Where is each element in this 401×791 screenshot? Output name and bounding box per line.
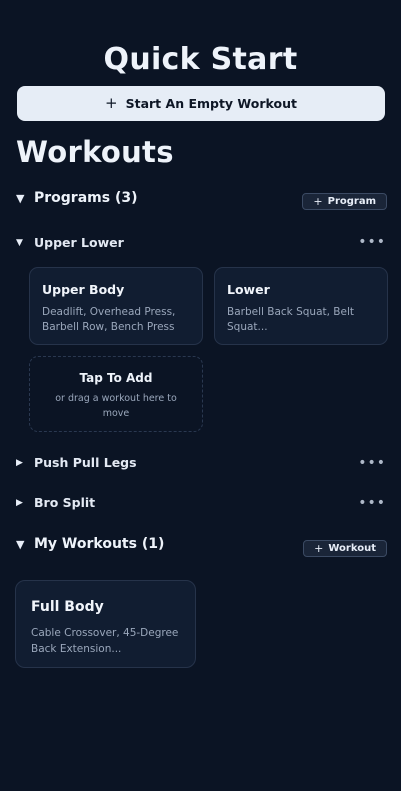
start-empty-workout-label: Start An Empty Workout <box>125 96 297 111</box>
tap-to-add-drop-zone[interactable]: Tap To Add or drag a workout here to mov… <box>29 356 203 432</box>
add-workout-button[interactable]: + Workout <box>303 540 387 557</box>
add-workout-label: Workout <box>328 543 376 554</box>
workouts-title: Workouts <box>16 135 174 169</box>
workout-card-title: Full Body <box>31 599 104 615</box>
triangle-right-icon: ▶ <box>16 497 23 508</box>
workout-card-full-body[interactable]: Full Body Cable Crossover, 45-Degree Bac… <box>15 580 196 668</box>
plus-icon: + <box>105 94 118 112</box>
program-bro-split-toggle[interactable]: ▶ Bro Split <box>16 495 95 510</box>
workout-card-upper-body[interactable]: Upper Body Deadlift, Overhead Press, Bar… <box>29 267 203 345</box>
workout-card-lower[interactable]: Lower Barbell Back Squat, Belt Squat... <box>214 267 388 345</box>
program-name: Bro Split <box>34 495 96 510</box>
my-workouts-section-toggle[interactable]: ▼ My Workouts (1) <box>16 536 164 552</box>
app-screen: Quick Start + Start An Empty Workout Wor… <box>0 0 401 791</box>
programs-section-toggle[interactable]: ▼ Programs (3) <box>16 190 138 206</box>
workout-card-exercises: Cable Crossover, 45-Degree Back Extensio… <box>31 627 179 655</box>
workout-card-exercises: Deadlift, Overhead Press, Barbell Row, B… <box>42 306 176 333</box>
start-empty-workout-button[interactable]: + Start An Empty Workout <box>17 86 385 121</box>
triangle-down-icon: ▼ <box>16 191 25 205</box>
plus-icon: + <box>314 542 324 555</box>
quick-start-title: Quick Start <box>103 42 298 77</box>
triangle-down-icon: ▼ <box>16 237 23 248</box>
add-program-button[interactable]: + Program <box>302 193 387 210</box>
more-options-icon[interactable]: ••• <box>358 456 386 470</box>
workout-card-exercises: Barbell Back Squat, Belt Squat... <box>227 306 354 333</box>
program-name: Upper Lower <box>34 235 124 250</box>
plus-icon: + <box>313 195 323 208</box>
program-name: Push Pull Legs <box>34 455 137 470</box>
program-push-pull-legs-toggle[interactable]: ▶ Push Pull Legs <box>16 455 137 470</box>
my-workouts-section-label: My Workouts (1) <box>34 536 165 552</box>
more-options-icon[interactable]: ••• <box>358 235 386 249</box>
triangle-down-icon: ▼ <box>16 537 25 551</box>
drop-zone-hint: or drag a workout here to move <box>55 393 177 419</box>
triangle-right-icon: ▶ <box>16 457 23 468</box>
workout-card-title: Lower <box>227 282 270 297</box>
program-upper-lower-toggle[interactable]: ▼ Upper Lower <box>16 235 124 250</box>
workout-card-title: Upper Body <box>42 282 125 297</box>
drop-zone-title: Tap To Add <box>79 371 153 385</box>
add-program-label: Program <box>327 196 376 207</box>
programs-section-label: Programs (3) <box>34 190 138 206</box>
more-options-icon[interactable]: ••• <box>358 496 386 510</box>
